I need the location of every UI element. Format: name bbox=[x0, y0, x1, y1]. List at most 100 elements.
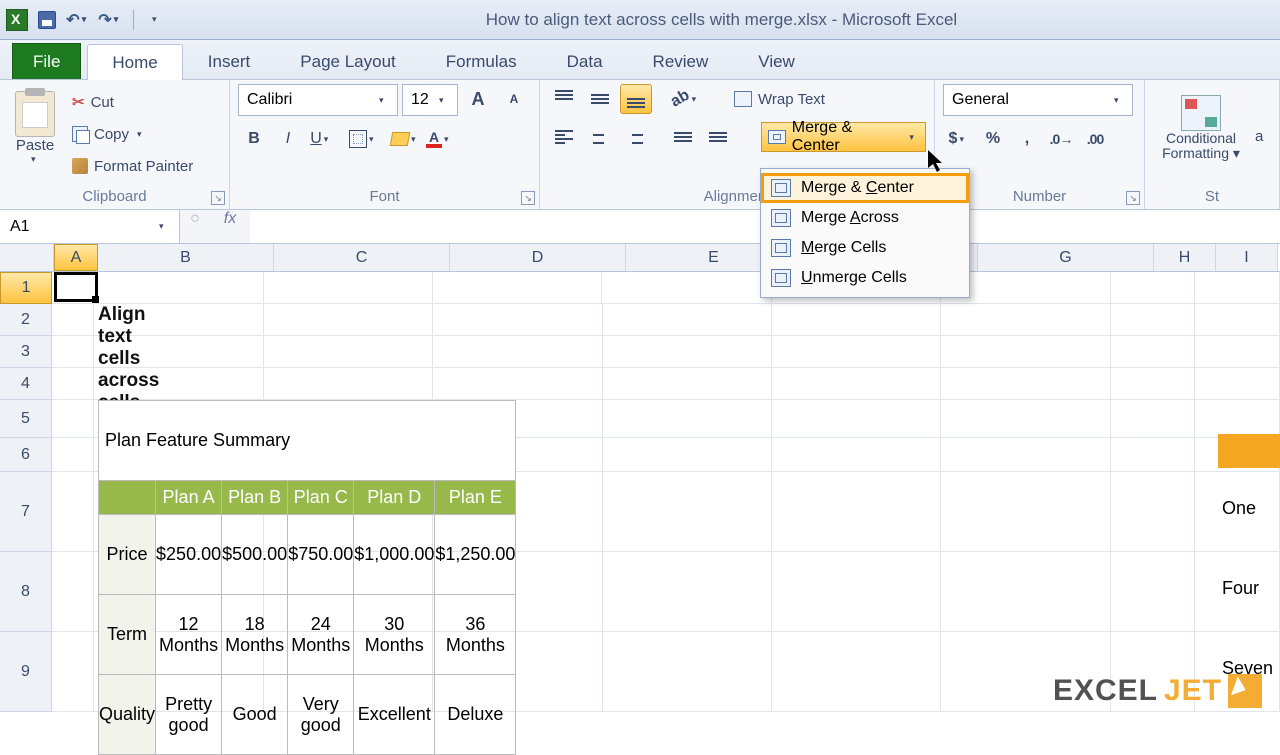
cell[interactable] bbox=[1111, 336, 1196, 368]
cell[interactable] bbox=[772, 438, 941, 472]
cell[interactable] bbox=[264, 304, 433, 336]
cell[interactable] bbox=[1111, 368, 1196, 400]
cell[interactable] bbox=[941, 472, 1110, 552]
insert-function-button[interactable]: fx bbox=[210, 210, 250, 243]
cell[interactable] bbox=[52, 400, 94, 438]
cell[interactable] bbox=[264, 336, 433, 368]
cell[interactable] bbox=[52, 272, 94, 304]
cell[interactable] bbox=[1111, 472, 1196, 552]
cell[interactable] bbox=[941, 336, 1110, 368]
font-name-combo[interactable]: Calibri▾ bbox=[238, 84, 398, 116]
menu-unmerge-cells[interactable]: Unmerge Cells bbox=[761, 263, 969, 293]
row-5[interactable]: 5 bbox=[0, 400, 52, 438]
row-7[interactable]: 7 bbox=[0, 472, 52, 552]
cell[interactable] bbox=[1111, 438, 1196, 472]
worksheet-grid[interactable]: A B C D E F G H I 123456789 Align text c… bbox=[0, 244, 1280, 712]
increase-font-button[interactable]: A bbox=[462, 84, 494, 114]
tab-review[interactable]: Review bbox=[628, 43, 734, 79]
cell[interactable] bbox=[603, 472, 772, 552]
cell[interactable] bbox=[1195, 400, 1280, 438]
redo-button[interactable]: ↷▾ bbox=[98, 7, 124, 33]
select-all-corner[interactable] bbox=[0, 244, 54, 271]
cell[interactable] bbox=[941, 400, 1110, 438]
menu-merge-and-center[interactable]: Merge & Center bbox=[761, 173, 969, 203]
col-H[interactable]: H bbox=[1154, 244, 1216, 271]
cell[interactable] bbox=[603, 336, 772, 368]
tab-formulas[interactable]: Formulas bbox=[421, 43, 542, 79]
tab-home[interactable]: Home bbox=[87, 44, 182, 80]
tab-insert[interactable]: Insert bbox=[183, 43, 276, 79]
cell[interactable] bbox=[1195, 336, 1280, 368]
cell[interactable] bbox=[433, 336, 602, 368]
name-box[interactable]: A1 ▾ bbox=[0, 210, 180, 243]
file-tab[interactable]: File bbox=[12, 43, 81, 79]
cell[interactable] bbox=[772, 632, 941, 712]
cell[interactable] bbox=[1111, 272, 1196, 304]
row-6[interactable]: 6 bbox=[0, 438, 52, 472]
row-9[interactable]: 9 bbox=[0, 632, 52, 712]
bold-button[interactable]: B bbox=[238, 124, 270, 154]
cell[interactable] bbox=[603, 552, 772, 632]
cell[interactable] bbox=[941, 368, 1110, 400]
middle-align-button[interactable] bbox=[584, 84, 616, 114]
align-right-button[interactable] bbox=[618, 122, 649, 152]
cancel-button[interactable]: ○ bbox=[180, 210, 210, 243]
cell[interactable] bbox=[772, 400, 941, 438]
cell[interactable] bbox=[433, 272, 602, 304]
cell[interactable] bbox=[941, 304, 1110, 336]
align-left-button[interactable] bbox=[548, 122, 579, 152]
align-center-button[interactable] bbox=[583, 122, 614, 152]
decrease-font-button[interactable]: A bbox=[498, 84, 530, 114]
cell[interactable] bbox=[52, 632, 94, 712]
cell[interactable] bbox=[603, 304, 772, 336]
format-painter-button[interactable]: Format Painter bbox=[68, 152, 197, 180]
cell[interactable] bbox=[772, 552, 941, 632]
col-A[interactable]: A bbox=[54, 244, 98, 271]
row-8[interactable]: 8 bbox=[0, 552, 52, 632]
cell[interactable] bbox=[603, 400, 772, 438]
row-3[interactable]: 3 bbox=[0, 336, 52, 368]
paste-button[interactable]: Paste ▾ bbox=[8, 84, 62, 172]
bottom-align-button[interactable] bbox=[620, 84, 652, 114]
cell[interactable] bbox=[941, 438, 1110, 472]
number-launcher[interactable]: ↘ bbox=[1126, 191, 1140, 205]
tab-view[interactable]: View bbox=[733, 43, 820, 79]
cell[interactable] bbox=[772, 368, 941, 400]
cut-button[interactable]: ✂ Cut bbox=[68, 88, 197, 116]
cell[interactable] bbox=[52, 368, 94, 400]
font-size-combo[interactable]: 12▾ bbox=[402, 84, 458, 116]
col-C[interactable]: C bbox=[274, 244, 450, 271]
top-align-button[interactable] bbox=[548, 84, 580, 114]
borders-button[interactable]: ▾ bbox=[348, 124, 380, 154]
cell[interactable] bbox=[1195, 272, 1280, 304]
copy-button[interactable]: Copy ▾ bbox=[68, 120, 197, 148]
underline-button[interactable]: U▾ bbox=[306, 124, 338, 154]
cell[interactable] bbox=[52, 472, 94, 552]
col-D[interactable]: D bbox=[450, 244, 626, 271]
cell[interactable] bbox=[264, 368, 433, 400]
cell[interactable] bbox=[433, 368, 602, 400]
merge-center-button[interactable]: Merge & Center ▾ bbox=[761, 122, 926, 152]
cell[interactable] bbox=[772, 304, 941, 336]
percent-button[interactable]: % bbox=[977, 124, 1009, 154]
cell[interactable] bbox=[52, 438, 94, 472]
conditional-formatting-button[interactable]: ConditionalFormatting ▾ bbox=[1153, 84, 1249, 172]
cell[interactable] bbox=[1111, 400, 1196, 438]
cell[interactable] bbox=[603, 438, 772, 472]
cell[interactable] bbox=[52, 304, 94, 336]
cell[interactable] bbox=[602, 272, 771, 304]
cell[interactable] bbox=[433, 304, 602, 336]
cell[interactable] bbox=[1111, 304, 1196, 336]
cell[interactable] bbox=[603, 632, 772, 712]
comma-button[interactable]: , bbox=[1011, 124, 1043, 154]
cell[interactable] bbox=[94, 272, 263, 304]
cell[interactable] bbox=[603, 368, 772, 400]
col-I[interactable]: I bbox=[1216, 244, 1278, 271]
font-launcher[interactable]: ↘ bbox=[521, 191, 535, 205]
cell[interactable] bbox=[1195, 368, 1280, 400]
cell[interactable] bbox=[772, 336, 941, 368]
row-1[interactable]: 1 bbox=[0, 272, 52, 304]
col-G[interactable]: G bbox=[978, 244, 1154, 271]
fill-color-button[interactable]: ▾ bbox=[390, 124, 422, 154]
row-4[interactable]: 4 bbox=[0, 368, 52, 400]
